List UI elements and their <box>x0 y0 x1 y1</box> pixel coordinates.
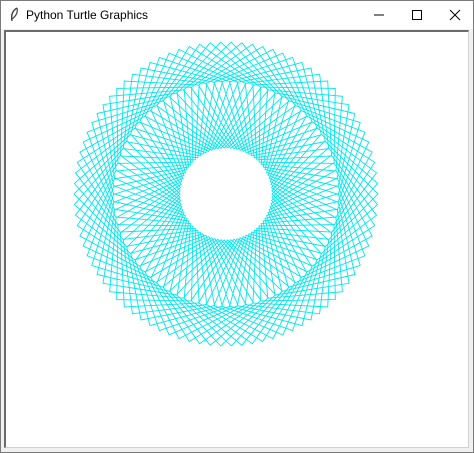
window-title: Python Turtle Graphics <box>26 8 149 22</box>
feather-icon <box>8 7 20 23</box>
title-bar[interactable]: Python Turtle Graphics <box>1 1 473 29</box>
close-button[interactable] <box>433 1 474 29</box>
app-window: Python Turtle Graphics <box>0 0 474 453</box>
close-icon <box>449 9 461 21</box>
spirograph-drawing <box>73 41 379 347</box>
turtle-canvas[interactable] <box>4 30 469 448</box>
minimize-icon <box>374 14 384 16</box>
maximize-icon <box>412 10 422 20</box>
